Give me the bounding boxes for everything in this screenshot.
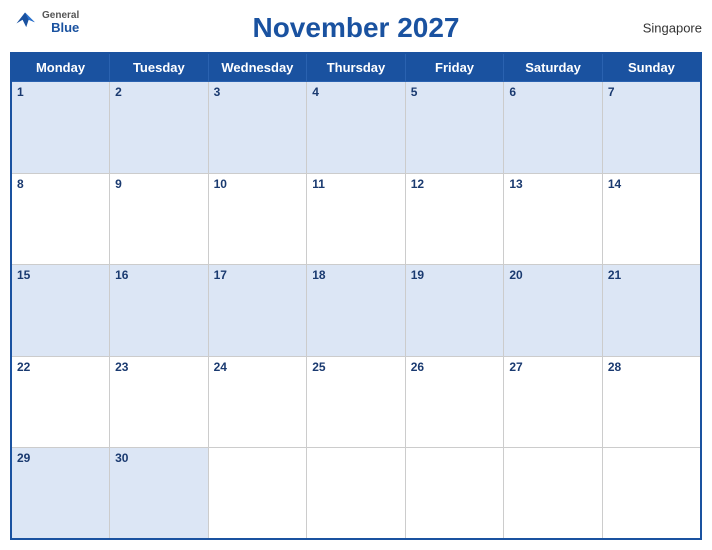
- day-number: 6: [509, 85, 597, 99]
- calendar-cell: 6: [504, 82, 603, 174]
- day-number: 30: [115, 451, 203, 465]
- col-saturday: Saturday: [504, 53, 603, 82]
- calendar-cell: 1: [11, 82, 110, 174]
- calendar-wrapper: General Blue November 2027 Singapore Mon…: [0, 0, 712, 550]
- day-number: 7: [608, 85, 695, 99]
- calendar-cell: 13: [504, 173, 603, 265]
- day-number: 9: [115, 177, 203, 191]
- calendar-cell: 29: [11, 448, 110, 540]
- day-number: 3: [214, 85, 302, 99]
- calendar-week-row: 22 23 24 25 26 27 28: [11, 356, 701, 448]
- logo-text-area: General Blue: [42, 10, 79, 35]
- calendar-thead: Monday Tuesday Wednesday Thursday Friday…: [11, 53, 701, 82]
- day-number: 13: [509, 177, 597, 191]
- day-number: 27: [509, 360, 597, 374]
- calendar-week-row: 15 16 17 18 19 20 21: [11, 265, 701, 357]
- day-number: 20: [509, 268, 597, 282]
- calendar-cell: 26: [405, 356, 504, 448]
- day-number: 15: [17, 268, 104, 282]
- day-number: 21: [608, 268, 695, 282]
- day-number: 4: [312, 85, 400, 99]
- calendar-cell: 5: [405, 82, 504, 174]
- col-wednesday: Wednesday: [208, 53, 307, 82]
- calendar-header: General Blue November 2027 Singapore: [10, 8, 702, 48]
- region-label: Singapore: [643, 21, 702, 36]
- day-number: 22: [17, 360, 104, 374]
- day-number: 14: [608, 177, 695, 191]
- col-monday: Monday: [11, 53, 110, 82]
- logo-block: General Blue: [10, 10, 79, 35]
- calendar-cell: 22: [11, 356, 110, 448]
- calendar-cell: 19: [405, 265, 504, 357]
- calendar-cell: [208, 448, 307, 540]
- calendar-title: November 2027: [252, 12, 459, 44]
- calendar-cell: 2: [110, 82, 209, 174]
- day-number: 11: [312, 177, 400, 191]
- calendar-cell: 28: [602, 356, 701, 448]
- calendar-week-row: 29 30: [11, 448, 701, 540]
- day-number: 24: [214, 360, 302, 374]
- col-friday: Friday: [405, 53, 504, 82]
- calendar-cell: 18: [307, 265, 406, 357]
- calendar-cell: 3: [208, 82, 307, 174]
- day-number: 28: [608, 360, 695, 374]
- day-number: 8: [17, 177, 104, 191]
- calendar-cell: 12: [405, 173, 504, 265]
- calendar-cell: [307, 448, 406, 540]
- day-number: 1: [17, 85, 104, 99]
- day-number: 26: [411, 360, 499, 374]
- calendar-cell: 30: [110, 448, 209, 540]
- weekday-header-row: Monday Tuesday Wednesday Thursday Friday…: [11, 53, 701, 82]
- calendar-cell: [405, 448, 504, 540]
- calendar-cell: 20: [504, 265, 603, 357]
- logo-blue-text: Blue: [51, 21, 79, 35]
- calendar-cell: 21: [602, 265, 701, 357]
- day-number: 25: [312, 360, 400, 374]
- calendar-cell: 25: [307, 356, 406, 448]
- calendar-cell: [602, 448, 701, 540]
- logo-bird-icon: [10, 10, 40, 32]
- calendar-cell: 9: [110, 173, 209, 265]
- col-thursday: Thursday: [307, 53, 406, 82]
- day-number: 23: [115, 360, 203, 374]
- calendar-cell: 11: [307, 173, 406, 265]
- calendar-cell: 8: [11, 173, 110, 265]
- day-number: 19: [411, 268, 499, 282]
- day-number: 16: [115, 268, 203, 282]
- calendar-cell: 15: [11, 265, 110, 357]
- calendar-cell: 17: [208, 265, 307, 357]
- calendar-cell: 16: [110, 265, 209, 357]
- day-number: 5: [411, 85, 499, 99]
- calendar-cell: [504, 448, 603, 540]
- day-number: 10: [214, 177, 302, 191]
- day-number: 2: [115, 85, 203, 99]
- day-number: 17: [214, 268, 302, 282]
- day-number: 29: [17, 451, 104, 465]
- calendar-week-row: 89 10 11 12 13 14: [11, 173, 701, 265]
- col-tuesday: Tuesday: [110, 53, 209, 82]
- calendar-body: 1234567891011121314151617181920212223242…: [11, 82, 701, 540]
- calendar-table: Monday Tuesday Wednesday Thursday Friday…: [10, 52, 702, 540]
- calendar-cell: 4: [307, 82, 406, 174]
- calendar-cell: 27: [504, 356, 603, 448]
- calendar-cell: 10: [208, 173, 307, 265]
- calendar-cell: 14: [602, 173, 701, 265]
- col-sunday: Sunday: [602, 53, 701, 82]
- calendar-cell: 7: [602, 82, 701, 174]
- day-number: 18: [312, 268, 400, 282]
- day-number: 12: [411, 177, 499, 191]
- calendar-cell: 23: [110, 356, 209, 448]
- calendar-cell: 24: [208, 356, 307, 448]
- calendar-week-row: 1234567: [11, 82, 701, 174]
